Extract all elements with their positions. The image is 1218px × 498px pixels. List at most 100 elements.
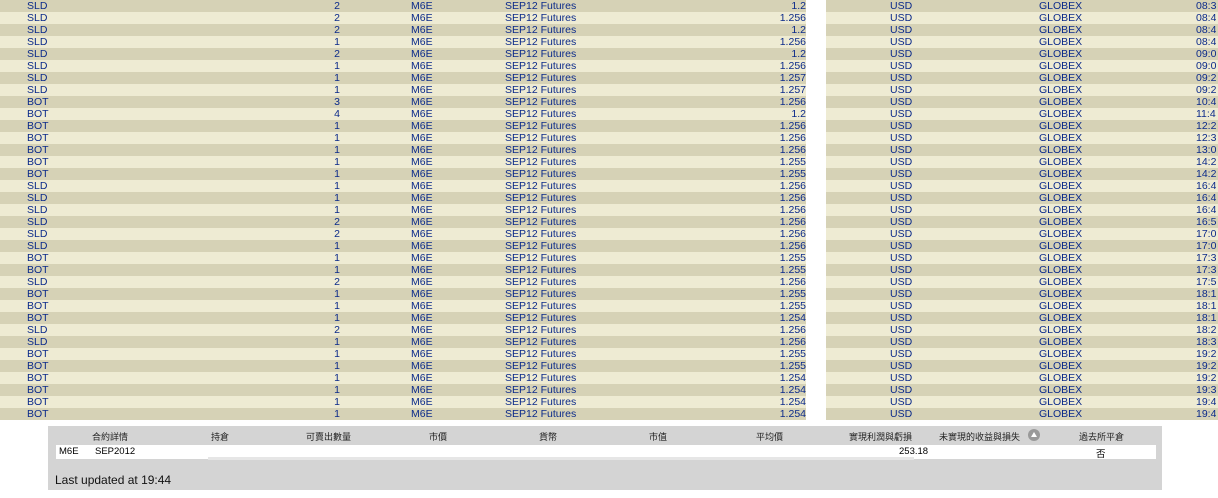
table-row[interactable]: USD GLOBEX 09:2 [826, 84, 1218, 96]
table-row[interactable]: SLD 1 M6E SEP12 Futures 1.257 [0, 72, 806, 84]
table-row[interactable]: BOT 1 M6E SEP12 Futures 1.255 [0, 348, 806, 360]
table-row[interactable]: SLD 2 M6E SEP12 Futures 1.2 [0, 24, 806, 36]
table-row[interactable]: BOT 4 M6E SEP12 Futures 1.2 [0, 108, 806, 120]
header-avg-price[interactable]: 平均價 [756, 430, 783, 443]
table-row[interactable]: SLD 1 M6E SEP12 Futures 1.256 [0, 180, 806, 192]
table-row[interactable]: SLD 1 M6E SEP12 Futures 1.256 [0, 36, 806, 48]
table-row[interactable]: USD GLOBEX 18:1 [826, 312, 1218, 324]
portfolio-row-bar [208, 457, 914, 460]
table-row[interactable]: BOT 1 M6E SEP12 Futures 1.255 [0, 252, 806, 264]
table-row[interactable]: USD GLOBEX 13:0 [826, 144, 1218, 156]
table-row[interactable]: SLD 1 M6E SEP12 Futures 1.257 [0, 84, 806, 96]
trade-action: SLD [27, 84, 48, 96]
table-row[interactable]: BOT 1 M6E SEP12 Futures 1.255 [0, 168, 806, 180]
table-row[interactable]: USD GLOBEX 12:2 [826, 120, 1218, 132]
table-row[interactable]: USD GLOBEX 18:1 [826, 300, 1218, 312]
trade-action: BOT [27, 120, 49, 132]
table-row[interactable]: BOT 1 M6E SEP12 Futures 1.254 [0, 396, 806, 408]
table-row[interactable]: USD GLOBEX 19:2 [826, 348, 1218, 360]
table-row[interactable]: USD GLOBEX 11:4 [826, 108, 1218, 120]
table-row[interactable]: SLD 1 M6E SEP12 Futures 1.256 [0, 336, 806, 348]
table-row[interactable]: SLD 2 M6E SEP12 Futures 1.256 [0, 12, 806, 24]
table-row[interactable]: USD GLOBEX 10:4 [826, 96, 1218, 108]
header-realized-pnl[interactable]: 實現利潤與虧損 [849, 430, 912, 443]
table-row[interactable]: USD GLOBEX 08:3 [826, 0, 1218, 12]
table-row[interactable]: USD GLOBEX 16:5 [826, 216, 1218, 228]
trade-time: 19:4 [1196, 396, 1217, 408]
table-row[interactable]: USD GLOBEX 09:0 [826, 48, 1218, 60]
trade-symbol: M6E [411, 324, 433, 336]
table-row[interactable]: SLD 1 M6E SEP12 Futures 1.256 [0, 192, 806, 204]
trade-price: 1.254 [779, 312, 806, 324]
table-row[interactable]: SLD 1 M6E SEP12 Futures 1.256 [0, 60, 806, 72]
table-row[interactable]: USD GLOBEX 08:4 [826, 12, 1218, 24]
trade-currency: USD [890, 192, 913, 204]
trade-action: BOT [27, 372, 49, 384]
table-row[interactable]: BOT 1 M6E SEP12 Futures 1.255 [0, 300, 806, 312]
table-row[interactable]: SLD 1 M6E SEP12 Futures 1.256 [0, 240, 806, 252]
table-row[interactable]: USD GLOBEX 17:3 [826, 264, 1218, 276]
trade-quantity: 1 [334, 348, 340, 360]
table-row[interactable]: USD GLOBEX 19:2 [826, 360, 1218, 372]
table-row[interactable]: USD GLOBEX 17:0 [826, 228, 1218, 240]
table-row[interactable]: SLD 2 M6E SEP12 Futures 1.256 [0, 324, 806, 336]
trade-description: SEP12 Futures [505, 36, 577, 48]
table-row[interactable]: BOT 1 M6E SEP12 Futures 1.254 [0, 384, 806, 396]
table-row[interactable]: USD GLOBEX 16:4 [826, 204, 1218, 216]
table-row[interactable]: USD GLOBEX 17:5 [826, 276, 1218, 288]
table-row[interactable]: USD GLOBEX 16:4 [826, 192, 1218, 204]
table-row[interactable]: SLD 2 M6E SEP12 Futures 1.256 [0, 276, 806, 288]
table-row[interactable]: SLD 2 M6E SEP12 Futures 1.2 [0, 48, 806, 60]
portfolio-row[interactable]: M6E SEP2012 253.18 否 [56, 445, 1156, 460]
table-row[interactable]: USD GLOBEX 18:2 [826, 324, 1218, 336]
header-closed[interactable]: 過去所平倉 [1079, 430, 1124, 443]
table-row[interactable]: USD GLOBEX 17:0 [826, 240, 1218, 252]
table-row[interactable]: BOT 1 M6E SEP12 Futures 1.256 [0, 144, 806, 156]
table-row[interactable]: SLD 2 M6E SEP12 Futures 1.256 [0, 228, 806, 240]
table-row[interactable]: BOT 1 M6E SEP12 Futures 1.255 [0, 264, 806, 276]
table-row[interactable]: USD GLOBEX 19:4 [826, 396, 1218, 408]
table-row[interactable]: SLD 1 M6E SEP12 Futures 1.256 [0, 204, 806, 216]
trade-currency: USD [890, 36, 913, 48]
table-row[interactable]: USD GLOBEX 16:4 [826, 180, 1218, 192]
table-row[interactable]: USD GLOBEX 08:4 [826, 36, 1218, 48]
table-row[interactable]: SLD 2 M6E SEP12 Futures 1.256 [0, 216, 806, 228]
table-row[interactable]: USD GLOBEX 14:2 [826, 156, 1218, 168]
table-row[interactable]: BOT 1 M6E SEP12 Futures 1.255 [0, 156, 806, 168]
table-row[interactable]: BOT 1 M6E SEP12 Futures 1.255 [0, 288, 806, 300]
trade-exchange: GLOBEX [1039, 360, 1083, 372]
trade-description: SEP12 Futures [505, 288, 577, 300]
trade-currency: USD [890, 156, 913, 168]
header-currency[interactable]: 貨幣 [539, 430, 557, 443]
table-row[interactable]: BOT 3 M6E SEP12 Futures 1.256 [0, 96, 806, 108]
table-row[interactable]: USD GLOBEX 19:2 [826, 372, 1218, 384]
header-market-value[interactable]: 市值 [649, 430, 667, 443]
table-row[interactable]: USD GLOBEX 18:3 [826, 336, 1218, 348]
header-available[interactable]: 可賣出數量 [306, 430, 351, 443]
table-row[interactable]: USD GLOBEX 09:0 [826, 60, 1218, 72]
header-contract[interactable]: 合約詳情 [92, 430, 128, 443]
header-position[interactable]: 持倉 [211, 430, 229, 443]
table-row[interactable]: BOT 1 M6E SEP12 Futures 1.254 [0, 312, 806, 324]
trade-time: 14:2 [1196, 168, 1217, 180]
table-row[interactable]: BOT 1 M6E SEP12 Futures 1.255 [0, 360, 806, 372]
trade-description: SEP12 Futures [505, 24, 577, 36]
table-row[interactable]: SLD 2 M6E SEP12 Futures 1.2 [0, 0, 806, 12]
portfolio-closed: 否 [1096, 449, 1106, 460]
table-row[interactable]: BOT 1 M6E SEP12 Futures 1.254 [0, 372, 806, 384]
table-row[interactable]: USD GLOBEX 19:4 [826, 408, 1218, 420]
header-market-price[interactable]: 市價 [429, 430, 447, 443]
table-row[interactable]: BOT 1 M6E SEP12 Futures 1.256 [0, 120, 806, 132]
table-row[interactable]: USD GLOBEX 09:2 [826, 72, 1218, 84]
table-row[interactable]: BOT 1 M6E SEP12 Futures 1.256 [0, 132, 806, 144]
table-row[interactable]: USD GLOBEX 08:4 [826, 24, 1218, 36]
table-row[interactable]: USD GLOBEX 18:1 [826, 288, 1218, 300]
arrow-up-circle-icon[interactable] [1028, 429, 1040, 441]
table-row[interactable]: USD GLOBEX 19:3 [826, 384, 1218, 396]
header-unrealized-pnl[interactable]: 未實現的收益與損失 [939, 430, 1020, 443]
table-row[interactable]: USD GLOBEX 12:3 [826, 132, 1218, 144]
trade-symbol: M6E [411, 144, 433, 156]
table-row[interactable]: BOT 1 M6E SEP12 Futures 1.254 [0, 408, 806, 420]
table-row[interactable]: USD GLOBEX 14:2 [826, 168, 1218, 180]
table-row[interactable]: USD GLOBEX 17:3 [826, 252, 1218, 264]
